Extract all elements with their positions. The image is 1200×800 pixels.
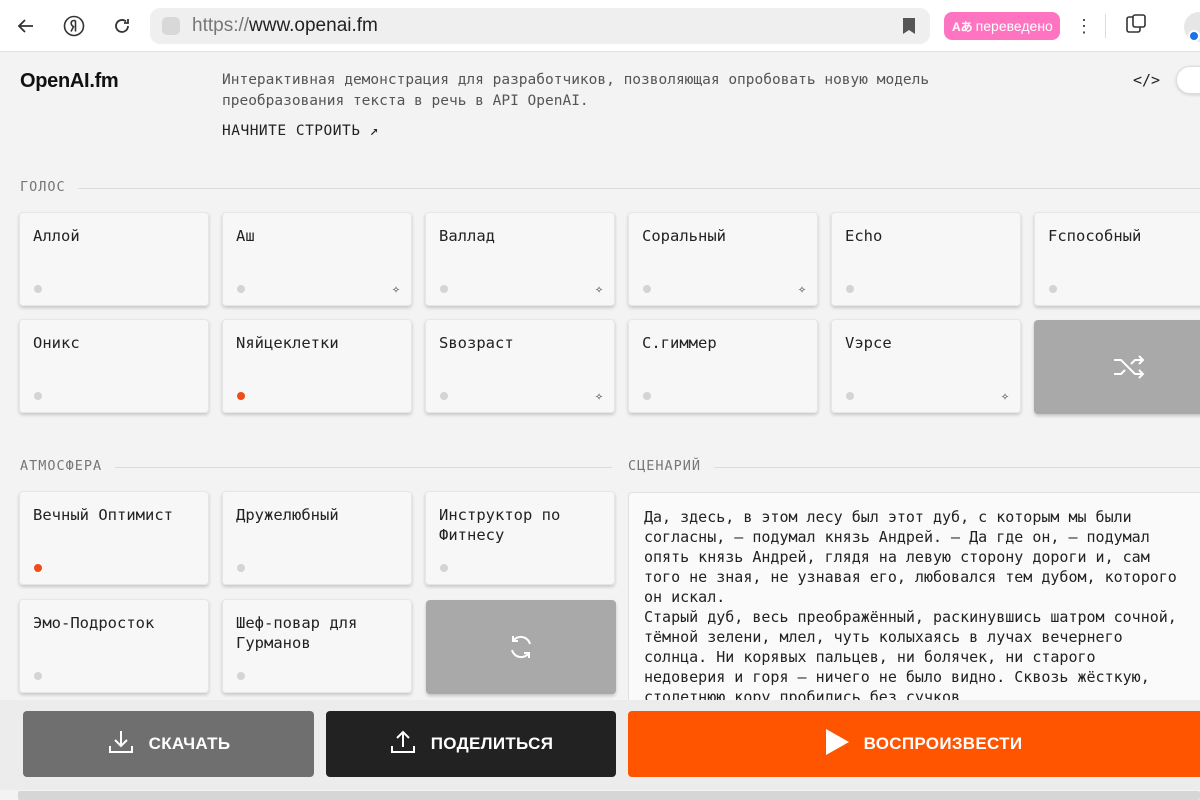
voice-card[interactable]: Vэрсе ✧ [831, 319, 1021, 413]
refresh-vibes-button[interactable] [426, 600, 616, 694]
share-button[interactable]: ПОДЕЛИТЬСЯ [326, 711, 616, 777]
yandex-logo-icon[interactable] [58, 10, 90, 42]
voice-card[interactable]: Оникс [19, 319, 209, 413]
voice-name: Sвозраст [439, 334, 514, 352]
download-button[interactable]: СКАЧАТЬ [23, 711, 314, 777]
shuffle-icon [1034, 320, 1200, 414]
script-textarea[interactable]: Да, здесь, в этом лесу был этот дуб, с к… [628, 492, 1200, 712]
sparkle-icon: ✧ [595, 282, 603, 297]
voice-card[interactable]: Аллой [19, 212, 209, 306]
voice-name: Аллой [33, 227, 80, 245]
voice-name: Fспособный [1048, 227, 1142, 245]
share-label: ПОДЕЛИТЬСЯ [430, 734, 554, 753]
selection-indicator-dot [643, 392, 651, 400]
sparkle-icon: ✧ [392, 282, 400, 297]
vibe-card[interactable]: Дружелюбный [222, 491, 412, 585]
voice-name: С.гиммер [642, 334, 717, 352]
voice-section-label: ГОЛОС [20, 179, 66, 195]
selection-indicator-dot [1049, 285, 1057, 293]
back-arrow-icon[interactable] [10, 10, 42, 42]
selection-indicator-dot [237, 285, 245, 293]
download-icon [107, 728, 135, 761]
reload-icon[interactable] [106, 10, 138, 42]
voice-card[interactable]: Nяйцеклетки [222, 319, 412, 413]
toolbar-divider [1105, 14, 1106, 38]
script-text[interactable]: Да, здесь, в этом лесу был этот дуб, с к… [644, 507, 1184, 707]
share-icon [389, 728, 417, 761]
selection-indicator-dot [34, 392, 42, 400]
play-label: ВОСПРОИЗВЕСТИ [863, 734, 1023, 753]
vibe-name: Эмо-Подросток [33, 614, 155, 632]
start-building-link[interactable]: НАЧНИТЕ СТРОИТЬ ↗ [222, 123, 379, 139]
vibe-name: Вечный Оптимист [33, 506, 173, 524]
voice-divider [78, 188, 1200, 189]
selection-indicator-dot [34, 672, 42, 680]
voice-name: Валлад [439, 227, 495, 245]
script-divider [714, 467, 1200, 468]
refresh-icon [426, 600, 616, 694]
action-bar: СКАЧАТЬ ПОДЕЛИТЬСЯ ВОСПРОИЗВЕСТИ [0, 700, 1200, 790]
vibe-card[interactable]: Эмо-Подросток [19, 599, 209, 693]
voice-card[interactable]: Echo [831, 212, 1021, 306]
vibe-divider [115, 467, 612, 468]
selection-indicator-dot [846, 392, 854, 400]
voice-name: Аш [236, 227, 255, 245]
site-description: Интерактивная демонстрация для разработч… [222, 72, 930, 109]
vibe-name: Дружелюбный [236, 506, 339, 524]
url-text: https://www.openai.fm [192, 15, 378, 36]
selection-indicator-dot [34, 564, 42, 572]
selection-indicator-dot [237, 392, 245, 400]
translated-label: переведено [975, 18, 1053, 34]
voice-card[interactable]: С.гиммер [628, 319, 818, 413]
voice-name: Nяйцеклетки [236, 334, 339, 352]
shuffle-voice-button[interactable] [1034, 320, 1200, 414]
sync-check-icon [1188, 30, 1200, 42]
selection-indicator-dot [34, 285, 42, 293]
sparkle-icon: ✧ [1001, 389, 1009, 404]
voice-name: Vэрсе [845, 334, 892, 352]
voice-name: Оникс [33, 334, 80, 352]
selection-indicator-dot [846, 285, 854, 293]
translated-badge[interactable]: Aあ переведено [944, 12, 1060, 40]
selection-indicator-dot [440, 392, 448, 400]
play-button[interactable]: ВОСПРОИЗВЕСТИ [628, 711, 1200, 777]
vibe-name: Шеф-повар для Гурманов [236, 614, 358, 652]
sparkle-icon: ✧ [595, 389, 603, 404]
selection-indicator-dot [643, 285, 651, 293]
selection-indicator-dot [237, 672, 245, 680]
code-icon[interactable]: </> [1133, 71, 1160, 89]
voice-card[interactable]: Fспособный [1034, 212, 1200, 306]
selection-indicator-dot [237, 564, 245, 572]
sparkle-icon: ✧ [798, 282, 806, 297]
voice-card[interactable]: Соральный ✧ [628, 212, 818, 306]
vibe-card[interactable]: Инструктор по Фитнесу [425, 491, 615, 585]
download-label: СКАЧАТЬ [148, 734, 231, 753]
vibe-card[interactable]: Вечный Оптимист [19, 491, 209, 585]
theme-toggle[interactable] [1176, 66, 1200, 94]
site-logo[interactable]: OpenAI.fm [20, 70, 119, 93]
more-menu-icon[interactable]: ⋮ [1074, 12, 1094, 40]
script-section-label: СЦЕНАРИЙ [628, 458, 702, 474]
vibe-section-label: АТМОСФЕРА [20, 458, 103, 474]
translate-icon: Aあ [952, 19, 973, 34]
selection-indicator-dot [440, 285, 448, 293]
selection-indicator-dot [440, 564, 448, 572]
voice-name: Echo [845, 227, 883, 245]
browser-toolbar: https://www.openai.fm Aあ переведено ⋮ [0, 0, 1200, 52]
extension-icon[interactable] [1124, 12, 1148, 40]
vibe-card[interactable]: Шеф-повар для Гурманов [222, 599, 412, 693]
voice-card[interactable]: Sвозраст ✧ [425, 319, 615, 413]
lock-icon[interactable] [162, 17, 180, 35]
vibe-name: Инструктор по Фитнесу [439, 506, 561, 544]
voice-card[interactable]: Валлад ✧ [425, 212, 615, 306]
play-icon [824, 728, 850, 761]
voice-name: Соральный [642, 227, 726, 245]
horizontal-scrollbar[interactable] [18, 791, 1200, 800]
address-bar[interactable]: https://www.openai.fm [150, 8, 930, 44]
voice-card[interactable]: Аш ✧ [222, 212, 412, 306]
bookmark-icon[interactable] [902, 17, 916, 39]
